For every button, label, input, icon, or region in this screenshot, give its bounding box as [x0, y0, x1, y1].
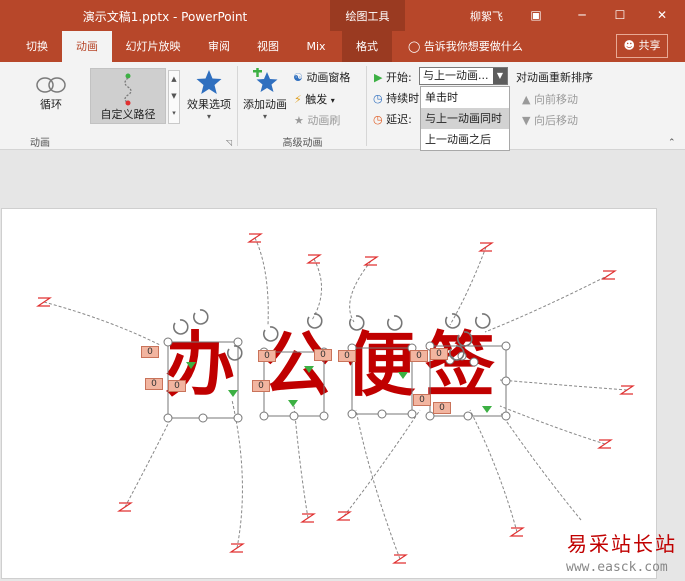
resize-handle[interactable] [289, 411, 299, 421]
resize-handle[interactable] [233, 413, 243, 423]
rotate-handle-icon[interactable] [192, 309, 209, 325]
animation-order-tag[interactable]: 0 [145, 378, 163, 390]
selection-box[interactable] [351, 347, 413, 415]
animation-order-tag[interactable]: 0 [314, 349, 332, 361]
animation-order-tag[interactable]: 0 [413, 394, 431, 406]
rotate-handle-icon[interactable] [444, 313, 461, 329]
path-start-marker [482, 406, 492, 413]
animation-order-tag[interactable]: 0 [252, 380, 270, 392]
rotate-handle-icon[interactable] [226, 345, 243, 361]
resize-handle[interactable] [233, 337, 243, 347]
rotate-handle-icon[interactable] [456, 331, 473, 347]
resize-handle[interactable] [463, 411, 473, 421]
resize-handle[interactable] [501, 411, 511, 421]
rotate-handle-icon[interactable] [172, 319, 189, 335]
watermark-text: 易采站长站 [567, 532, 677, 556]
resize-handle[interactable] [259, 411, 269, 421]
resize-handle[interactable] [407, 409, 417, 419]
path-start-marker [304, 366, 314, 373]
start-option-on-click[interactable]: 单击时 [421, 87, 509, 108]
animation-order-tag[interactable]: 0 [168, 380, 186, 392]
resize-handle[interactable] [319, 411, 329, 421]
resize-handle[interactable] [163, 413, 173, 423]
resize-handle[interactable] [347, 409, 357, 419]
animation-order-tag[interactable]: 0 [433, 402, 451, 414]
rotate-handle-icon[interactable] [474, 313, 491, 329]
resize-handle[interactable] [469, 357, 479, 367]
resize-handle[interactable] [501, 376, 511, 386]
resize-handle[interactable] [163, 337, 173, 347]
rotate-handle-icon[interactable] [306, 313, 323, 329]
path-start-marker [228, 390, 238, 397]
start-option-after-previous[interactable]: 上一动画之后 [421, 129, 509, 150]
path-start-marker [288, 400, 298, 407]
path-start-marker [398, 372, 408, 379]
animation-order-tag[interactable]: 0 [338, 350, 356, 362]
resize-handle[interactable] [501, 341, 511, 351]
resize-handle[interactable] [198, 413, 208, 423]
rotate-handle-icon[interactable] [386, 315, 403, 331]
resize-handle[interactable] [377, 409, 387, 419]
animation-order-tag[interactable]: 0 [430, 348, 448, 360]
start-dropdown: 单击时 与上一动画同时 上一动画之后 [420, 86, 510, 151]
path-start-marker [186, 362, 196, 369]
start-option-with-previous[interactable]: 与上一动画同时 [421, 108, 509, 129]
watermark-url: www.easck.com [566, 560, 668, 575]
animation-order-tag[interactable]: 0 [141, 346, 159, 358]
animation-order-tag[interactable]: 0 [410, 350, 428, 362]
animation-order-tag[interactable]: 0 [258, 350, 276, 362]
rotate-handle-icon[interactable] [348, 315, 365, 331]
rotate-handle-icon[interactable] [262, 326, 279, 342]
selection-layer [163, 309, 511, 423]
